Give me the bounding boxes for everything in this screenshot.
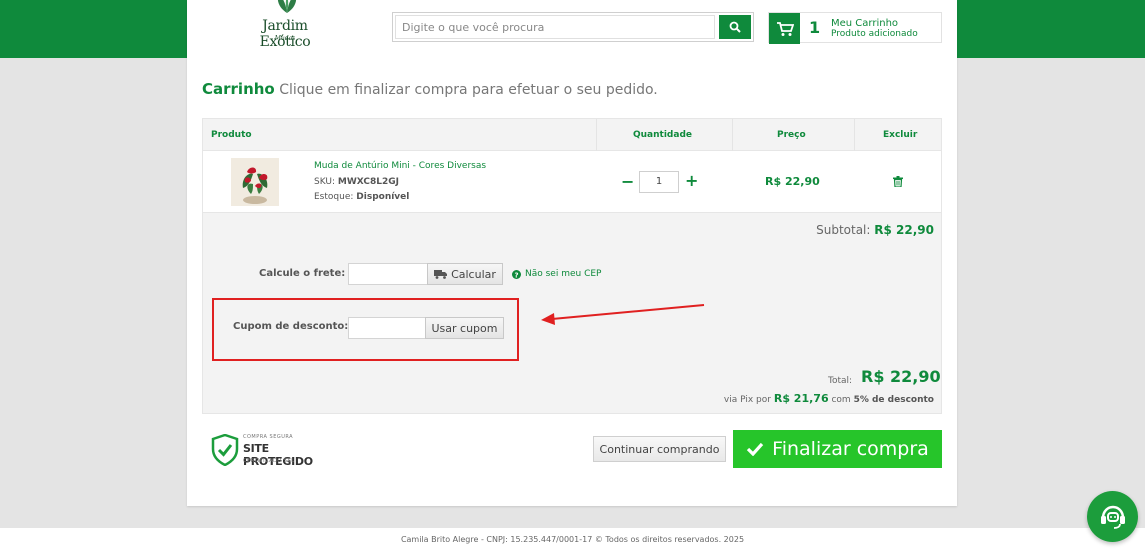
logo-subtitle: Mudas [274, 35, 296, 42]
page-subtitle: Clique em finalizar compra para efetuar … [279, 82, 658, 98]
pix-value: R$ 21,76 [773, 392, 829, 405]
sku-value: MWXC8L2GJ [337, 177, 399, 187]
quantity-increase-button[interactable]: + [685, 171, 698, 190]
shield-check-icon [211, 434, 239, 466]
quantity-input[interactable]: 1 [639, 171, 679, 193]
stock-value: Disponível [356, 192, 410, 202]
total-label: Total: [828, 376, 853, 386]
product-sku: SKU: MWXC8L2GJ [314, 177, 399, 187]
svg-text:?: ? [514, 271, 518, 279]
chat-support-icon [1100, 505, 1125, 529]
cep-help-label: Não sei meu CEP [525, 269, 602, 279]
mini-cart[interactable]: 1 Meu Carrinho Produto adicionado [768, 12, 942, 44]
apply-coupon-button[interactable]: Usar cupom [425, 317, 504, 339]
table-header: Produto Quantidade Preço Excluir [203, 119, 941, 151]
product-stock: Estoque: Disponível [314, 192, 409, 202]
calculate-shipping-button[interactable]: Calcular [427, 263, 503, 285]
trash-icon[interactable] [893, 176, 903, 187]
chat-support-button[interactable] [1087, 491, 1138, 542]
coupon-label: Cupom de desconto: [233, 321, 349, 332]
product-name-link[interactable]: Muda de Antúrio Mini - Cores Diversas [314, 161, 486, 171]
seal-line-2: SITE PROTEGIDO [243, 442, 313, 468]
col-price: Preço [777, 130, 806, 140]
pix-discount: 5% de desconto [853, 395, 934, 405]
total-value: R$ 22,90 [861, 367, 941, 386]
checkout-button[interactable]: Finalizar compra [733, 430, 942, 468]
col-quantity: Quantidade [633, 130, 692, 140]
cart-title: Meu Carrinho [831, 18, 899, 29]
main-panel: Jardim Exótico Mudas 1 Meu Carrinho Prod… [187, 0, 957, 506]
search-icon [729, 21, 741, 33]
table-row: Muda de Antúrio Mini - Cores Diversas SK… [203, 151, 941, 213]
product-price: R$ 22,90 [765, 175, 820, 188]
footer-text: Camila Brito Alegre - CNPJ: 15.235.447/0… [400, 535, 745, 544]
page-title: Carrinho [202, 80, 275, 98]
coupon-input[interactable] [348, 317, 428, 339]
quantity-decrease-button[interactable]: − [621, 172, 634, 191]
pix-prefix: via Pix por [723, 395, 771, 405]
header-divider [732, 119, 733, 151]
seal-line-1: COMPRA SEGURA [243, 434, 294, 440]
sku-label: SKU: [314, 177, 335, 187]
header-divider [854, 119, 855, 151]
checkout-label: Finalizar compra [772, 438, 929, 460]
leaf-logo-icon [277, 0, 297, 13]
col-product: Produto [211, 130, 252, 140]
pix-middle: com [831, 395, 851, 405]
subtotal-label: Subtotal: [816, 223, 871, 237]
shipping-label: Calcule o frete: [259, 268, 346, 279]
cep-help-link[interactable]: ? Não sei meu CEP [512, 269, 601, 279]
truck-icon [434, 270, 448, 279]
subtotal-value: R$ 22,90 [874, 223, 934, 237]
apply-coupon-label: Usar cupom [431, 321, 498, 335]
page-heading: Carrinho Clique em finalizar compra para… [202, 80, 658, 98]
header-divider [596, 119, 597, 151]
product-thumbnail[interactable] [231, 158, 279, 206]
stock-label: Estoque: [314, 192, 354, 202]
seal-line-3: CERTIFICADO SSL [243, 458, 295, 464]
cart-icon-box [769, 13, 800, 44]
cep-input[interactable] [348, 263, 428, 285]
cart-subtitle: Produto adicionado [831, 29, 918, 39]
cart-table: Produto Quantidade Preço Excluir Muda de [202, 118, 942, 414]
subtotal: Subtotal: R$ 22,90 [816, 223, 934, 237]
logo-name: Jardim Exótico [259, 18, 311, 50]
search-input[interactable] [395, 15, 715, 39]
security-seal: COMPRA SEGURA SITE PROTEGIDO CERTIFICADO… [211, 432, 321, 468]
continue-shopping-button[interactable]: Continuar comprando [593, 436, 726, 462]
search-button[interactable] [719, 15, 751, 39]
cart-icon [776, 21, 794, 36]
question-icon: ? [512, 269, 521, 279]
calculate-label: Calcular [451, 267, 496, 281]
cart-count: 1 [809, 18, 821, 37]
footer: Camila Brito Alegre - CNPJ: 15.235.447/0… [0, 528, 1145, 552]
pix-price: via Pix por R$ 21,76 com 5% de desconto [724, 392, 934, 405]
store-logo[interactable]: Jardim Exótico Mudas [235, 0, 335, 50]
search-bar [392, 12, 754, 42]
check-icon [747, 442, 764, 456]
col-delete: Excluir [883, 130, 918, 140]
